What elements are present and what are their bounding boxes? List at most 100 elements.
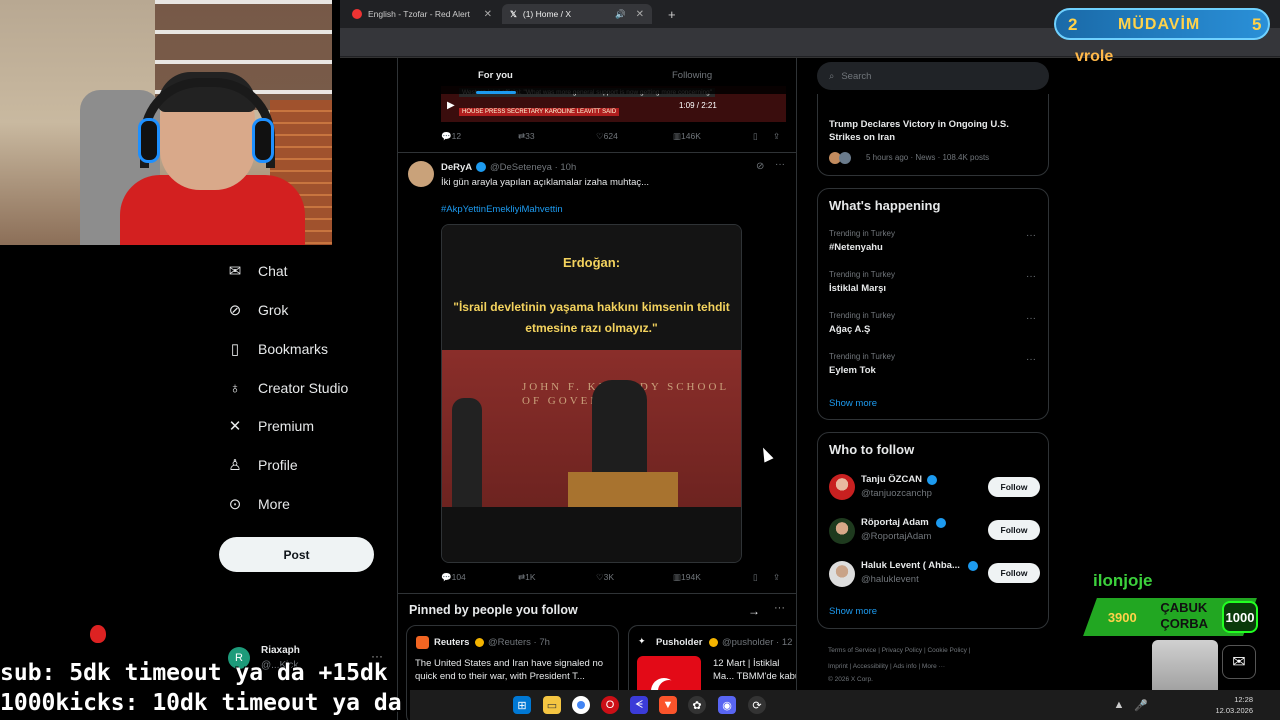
brave-icon[interactable]: ▼	[659, 696, 677, 714]
discord-icon[interactable]: ◉	[718, 696, 736, 714]
folder-icon[interactable]: ▭	[543, 696, 561, 714]
trend-item[interactable]: Ağaç A.Ş	[829, 324, 870, 335]
grok-icon[interactable]: ⊘	[756, 161, 764, 172]
bookmark-icon[interactable]: ▯	[753, 572, 758, 583]
nav-chat[interactable]: ✉ Chat	[226, 256, 288, 286]
avatar[interactable]	[829, 561, 855, 587]
app-icon[interactable]: ᗕ	[630, 696, 648, 714]
nav-bookmarks[interactable]: ▯ Bookmarks	[226, 334, 328, 364]
repost-button[interactable]: ⇄ 33	[518, 131, 535, 142]
user-name[interactable]: Haluk Levent ( Ahba...	[861, 560, 960, 571]
close-icon[interactable]: ✕	[636, 9, 644, 20]
microphone-icon[interactable]: 🎤	[1132, 696, 1150, 714]
alert-message-line: ÇABUK	[1160, 600, 1208, 615]
system-clock[interactable]: 12:28 12.03.2026	[1205, 694, 1253, 716]
avatar[interactable]	[829, 474, 855, 500]
avatar[interactable]	[408, 161, 434, 187]
follow-label: Follow	[1000, 568, 1028, 578]
card-author-handle: @Reuters · 7h	[488, 637, 550, 648]
view-count: 146K	[681, 131, 701, 141]
more-icon[interactable]: ···	[1026, 313, 1036, 324]
user-name[interactable]: Tanju ÖZCAN	[861, 474, 922, 485]
mail-icon[interactable]: ✉	[1222, 645, 1256, 679]
more-icon[interactable]: ···	[774, 602, 785, 614]
reply-button[interactable]: 💬 12	[441, 131, 461, 142]
card-author-name: Pusholder	[656, 637, 703, 648]
whats-happening-box: What's happening Trending in Turkey #Net…	[817, 188, 1049, 420]
clock-date: 12.03.2026	[1215, 706, 1253, 715]
taskbar: ⊞ ▭ O ᗕ ▼ ✿ ◉ ⟳ ▲ 🎤	[410, 690, 1280, 720]
arrow-right-icon[interactable]: →	[748, 604, 760, 618]
chevron-up-icon[interactable]: ▲	[1110, 696, 1128, 714]
nav-profile[interactable]: ♙ Profile	[226, 450, 298, 480]
user-handle: @tanjuozcanchp	[861, 488, 932, 499]
app-icon[interactable]: ⟳	[748, 696, 766, 714]
card-time: 12	[781, 637, 793, 648]
footer-line[interactable]: Terms of Service | Privacy Policy | Cook…	[828, 643, 1048, 659]
timeline: For you Following Western intel official…	[397, 58, 797, 720]
show-more-link[interactable]: Show more	[829, 606, 877, 617]
share-icon[interactable]: ⇪	[773, 572, 780, 583]
news-box[interactable]: Trump Declares Victory in Ongoing U.S. S…	[817, 94, 1049, 176]
more-icon[interactable]: ···	[1026, 230, 1036, 241]
tab-for-you[interactable]: For you	[478, 70, 513, 81]
repost-button[interactable]: ⇄ 1K	[518, 572, 536, 583]
share-icon[interactable]: ⇪	[773, 131, 780, 142]
reply-button[interactable]: 💬 104	[441, 572, 466, 583]
view-count: 194K	[681, 572, 701, 582]
windows-start-icon[interactable]: ⊞	[513, 696, 531, 714]
copyright: © 2026 X Corp.	[828, 676, 873, 683]
bookmark-icon[interactable]: ▯	[753, 131, 758, 142]
nav-label: More	[258, 496, 290, 512]
footer-line[interactable]: Imprint | Accessibility | Ads info | Mor…	[828, 659, 1048, 675]
chrome-icon-center	[577, 701, 585, 709]
search-input[interactable]: ⌕ Search	[817, 62, 1049, 90]
trend-item[interactable]: #Netenyahu	[829, 242, 883, 253]
verified-badge-icon	[709, 638, 718, 647]
tweet-time[interactable]: 10h	[560, 162, 576, 173]
opera-icon[interactable]: O	[601, 696, 619, 714]
nav-creator-studio[interactable]: ♁ Creator Studio	[226, 373, 348, 403]
grok-icon: ⊘	[228, 302, 242, 319]
views-button[interactable]: ▥ 194K	[673, 572, 701, 583]
follow-button[interactable]: Follow	[988, 520, 1040, 540]
avatar[interactable]	[829, 518, 855, 544]
more-icon[interactable]: ···	[775, 159, 785, 170]
post-button[interactable]: Post	[219, 537, 374, 572]
nav-more[interactable]: ⊙ More	[226, 489, 290, 519]
nav-label: Profile	[258, 457, 298, 473]
video-timestamp: 1:09 / 2:21	[679, 101, 717, 110]
divider	[398, 593, 796, 594]
nav-grok[interactable]: ⊘ Grok	[226, 295, 289, 325]
video-podium	[568, 472, 678, 507]
speaker-icon[interactable]: 🔊	[615, 9, 626, 20]
like-count: 3K	[603, 572, 615, 582]
like-button[interactable]: ♡ 624	[596, 131, 618, 142]
tab-home-x[interactable]: 𝕏 (1) Home / X 🔊 ✕	[502, 4, 652, 24]
more-icon[interactable]: ···	[1026, 354, 1036, 365]
news-headline[interactable]: Trump Declares Victory in Ongoing U.S. S…	[829, 118, 1039, 144]
play-icon[interactable]: ▶	[447, 100, 455, 111]
red-alert-favicon-icon	[352, 9, 362, 19]
tab-red-alert[interactable]: English - Tzofar - Red Alert ✕	[344, 4, 500, 24]
avatar	[839, 152, 851, 164]
tweet-author-name[interactable]: DeRyA	[441, 162, 472, 173]
tweet-video[interactable]: Erdoğan: "İsrail devletinin yaşama hakkı…	[441, 224, 742, 563]
trend-item[interactable]: Eylem Tok	[829, 365, 876, 376]
show-more-link[interactable]: Show more	[829, 398, 877, 409]
new-tab-button[interactable]: +	[660, 4, 680, 24]
video-person-left	[452, 398, 482, 508]
follow-button[interactable]: Follow	[988, 477, 1040, 497]
chrome-icon[interactable]	[572, 696, 590, 714]
close-icon[interactable]: ✕	[484, 9, 492, 20]
user-name[interactable]: Röportaj Adam	[861, 517, 929, 528]
tab-following[interactable]: Following	[672, 70, 712, 81]
views-button[interactable]: ▥ 146K	[673, 131, 701, 142]
follow-button[interactable]: Follow	[988, 563, 1040, 583]
more-icon[interactable]: ···	[1026, 271, 1036, 282]
hashtag-link[interactable]: #AkpYettinEmekliyiMahvettin	[441, 204, 563, 215]
trend-item[interactable]: İstiklal Marşı	[829, 283, 886, 294]
chatgpt-icon[interactable]: ✿	[688, 696, 706, 714]
like-button[interactable]: ♡ 3K	[596, 572, 614, 583]
nav-premium[interactable]: ✕ Premium	[226, 411, 314, 441]
